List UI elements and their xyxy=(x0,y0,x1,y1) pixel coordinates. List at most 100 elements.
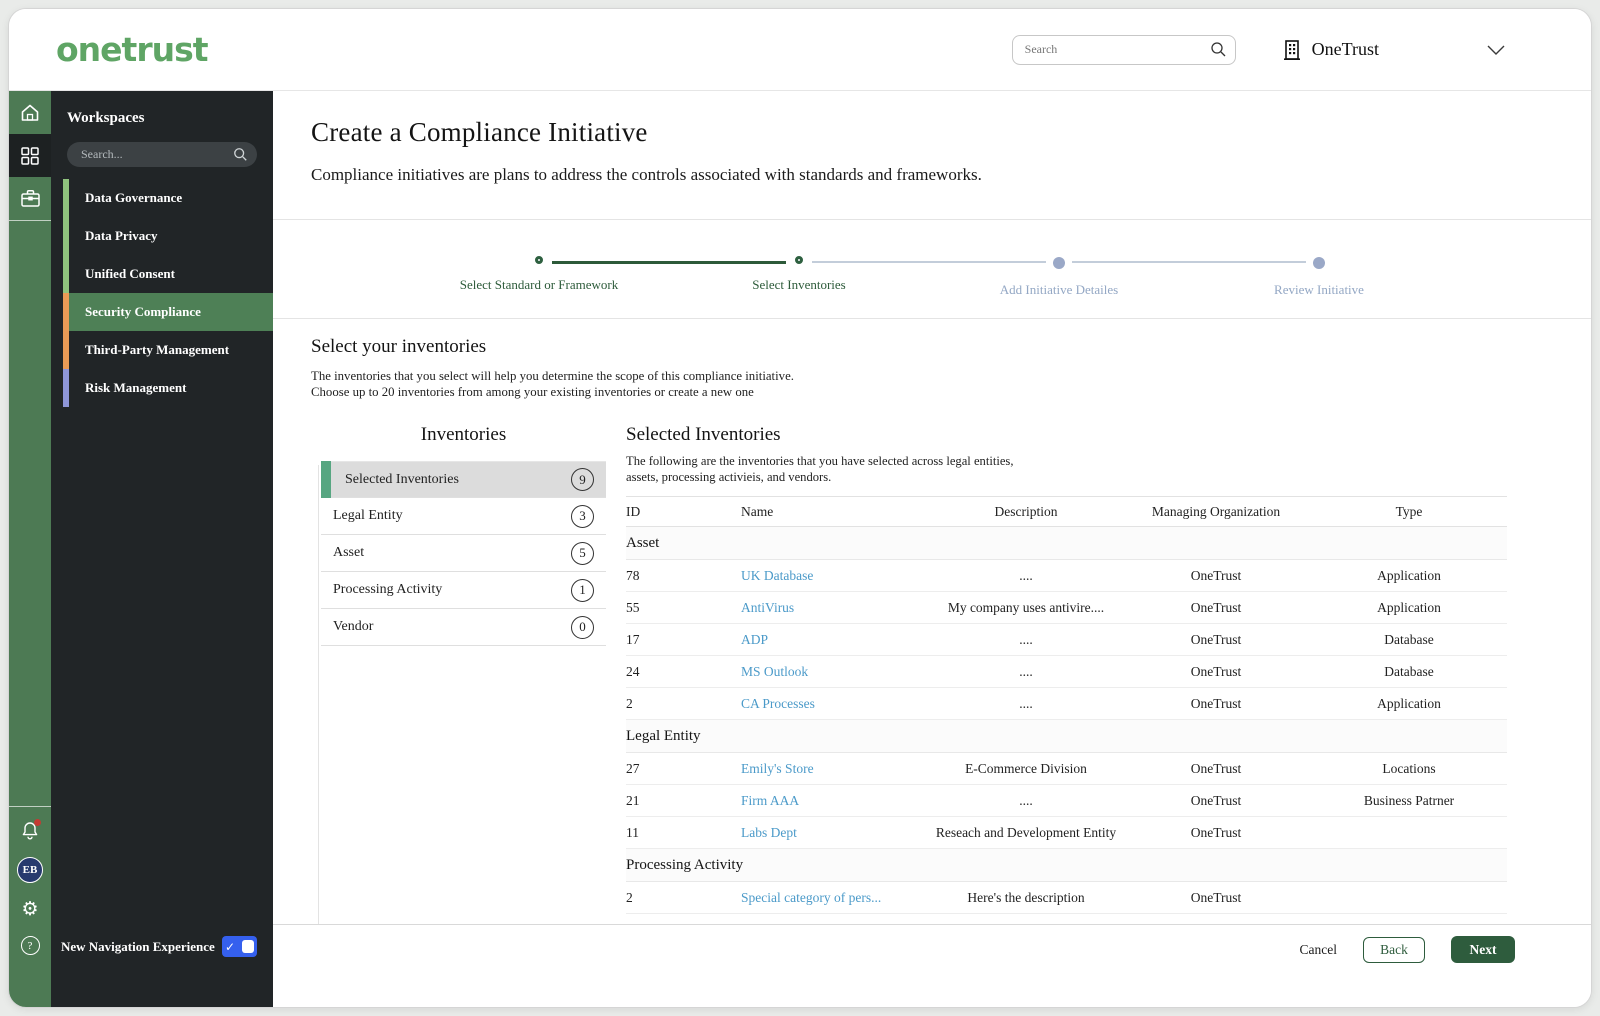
cell-managing-organization: OneTrust xyxy=(1121,559,1311,592)
page-subtitle: Compliance initiatives are plans to addr… xyxy=(311,165,982,184)
inventory-name-link[interactable]: ADP xyxy=(741,632,768,647)
selected-inventories-panel: Selected Inventories The following are t… xyxy=(626,421,1507,924)
inventory-name-link[interactable]: Firm AAA xyxy=(741,793,799,808)
inventory-category-asset[interactable]: Asset 5 xyxy=(321,535,606,572)
column-header-name: Name xyxy=(741,496,931,527)
cell-managing-organization: OneTrust xyxy=(1121,655,1311,688)
inventory-count-badge: 1 xyxy=(571,578,594,602)
cell-name: Firm AAA xyxy=(741,784,931,817)
workspace-item-label: Security Compliance xyxy=(85,304,201,319)
inventory-category-label: Asset xyxy=(333,545,365,560)
wizard-footer: Cancel Back Next xyxy=(273,924,1591,974)
global-search xyxy=(1011,34,1236,65)
cell-type: Database xyxy=(1311,655,1507,688)
app-body: EB ⚙ ? Workspaces Data Governance Data Pr… xyxy=(9,91,1591,1007)
cell-name: Special category of pers... xyxy=(741,881,931,914)
workspace-item-unified-consent[interactable]: Unified Consent xyxy=(63,255,273,293)
cell-description: .... xyxy=(931,784,1121,817)
workspace-item-security-compliance[interactable]: Security Compliance xyxy=(63,293,273,331)
cell-id: 27 xyxy=(626,752,741,785)
org-selector[interactable]: OneTrust xyxy=(1282,39,1379,61)
column-header-managing-organization: Managing Organization xyxy=(1121,496,1311,527)
cancel-button[interactable]: Cancel xyxy=(1300,942,1337,958)
content-columns: Inventories Selected Inventories 9 Legal E… xyxy=(273,421,1591,924)
table-row-antivirus: 55 AntiVirus My company uses antivire.... O… xyxy=(626,591,1507,624)
inventory-name-link[interactable]: AntiVirus xyxy=(741,600,794,615)
cell-id: 2 xyxy=(626,881,741,914)
footer-padding xyxy=(273,974,1591,1007)
column-header-id: ID xyxy=(626,496,741,527)
inventory-name-link[interactable]: Emily's Store xyxy=(741,761,814,776)
inventory-category-list: Selected Inventories 9 Legal Entity 3 Asset 5… xyxy=(321,461,606,646)
back-button[interactable]: Back xyxy=(1363,936,1425,963)
inventory-name-link[interactable]: MS Outlook xyxy=(741,664,808,679)
check-icon: ✓ xyxy=(225,939,236,954)
workspace-item-third-party-management[interactable]: Third-Party Management xyxy=(63,331,273,369)
cell-id: 17 xyxy=(626,623,741,656)
notification-dot xyxy=(34,819,41,826)
building-icon xyxy=(1282,39,1302,61)
inventory-category-label: Processing Activity xyxy=(333,582,443,597)
workspaces-grid-icon[interactable] xyxy=(9,134,51,177)
cell-managing-organization: OneTrust xyxy=(1121,816,1311,849)
workspaces-panel: Workspaces Data Governance Data Privacy Un… xyxy=(51,91,273,1007)
table-row-ms-outlook: 24 MS Outlook.... OneTrust Database xyxy=(626,655,1507,688)
step-select-standard-or-framework[interactable]: Select Standard or Framework xyxy=(409,220,786,318)
global-search-input[interactable] xyxy=(1011,34,1236,65)
inventory-name-link[interactable]: UK Database xyxy=(741,568,813,583)
header-right: OneTrust xyxy=(1011,34,1591,65)
inventory-category-label: Selected Inventories xyxy=(345,471,459,487)
cell-id: 24 xyxy=(626,655,741,688)
inventory-category-processing-activity[interactable]: Processing Activity 1 xyxy=(321,572,606,609)
step-select-inventories[interactable]: Select Inventories xyxy=(669,220,1046,318)
table-row-firm-aaa: 21 Firm AAA.... OneTrust Business Patrner xyxy=(626,784,1507,817)
main-content: Create a Compliance Initiative Complianc… xyxy=(273,91,1591,1007)
selected-desc-line2: assets, processing activieis, and vendor… xyxy=(626,470,832,484)
inventory-name-link[interactable]: Labs Dept xyxy=(741,825,797,840)
inventories-title: Inventories xyxy=(420,424,507,445)
toggle-knob xyxy=(242,940,254,953)
workspace-item-label: Unified Consent xyxy=(85,266,175,281)
cell-managing-organization: OneTrust xyxy=(1121,752,1311,785)
notifications-bell-icon[interactable] xyxy=(21,819,41,840)
workspace-item-data-governance[interactable]: Data Governance xyxy=(63,179,273,217)
help-icon[interactable]: ? xyxy=(20,936,40,955)
inventory-count-badge: 0 xyxy=(571,615,594,639)
table-header-row: ID Name Description Managing Organization Ty… xyxy=(626,496,1507,527)
inventory-name-link[interactable]: CA Processes xyxy=(741,696,815,711)
cell-description: Here's the description xyxy=(931,881,1121,914)
top-header: onetrust OneTrust xyxy=(9,9,1591,91)
group-row-legal-entity: Legal Entity xyxy=(626,719,1507,753)
inventory-category-label: Vendor xyxy=(333,619,374,634)
user-avatar[interactable]: EB xyxy=(17,857,43,883)
workspace-item-risk-management[interactable]: Risk Management xyxy=(63,369,273,407)
settings-gear-icon[interactable]: ⚙ xyxy=(21,900,38,919)
group-label: Processing Activity xyxy=(626,848,1507,882)
step-add-initiative-detailes[interactable]: Add Initiative Detailes xyxy=(929,220,1306,318)
cell-type: Locations xyxy=(1311,752,1507,785)
workspace-item-label: Third-Party Management xyxy=(85,342,230,357)
icon-rail: EB ⚙ ? xyxy=(9,91,51,1007)
inventory-category-vendor[interactable]: Vendor 0 xyxy=(321,609,606,646)
cell-type xyxy=(1311,881,1507,914)
home-icon[interactable] xyxy=(9,91,51,134)
workspace-accent-bar xyxy=(63,293,69,331)
inventory-category-legal-entity[interactable]: Legal Entity 3 xyxy=(321,498,606,535)
new-navigation-toggle[interactable]: ✓ xyxy=(222,936,257,957)
new-navigation-label: New Navigation Experience xyxy=(61,938,215,954)
inventory-category-selected-inventories[interactable]: Selected Inventories 9 xyxy=(321,461,606,498)
inventory-category-label: Legal Entity xyxy=(333,508,403,523)
briefcase-icon[interactable] xyxy=(9,177,51,220)
cell-description: .... xyxy=(931,655,1121,688)
selected-inventories-title: Selected Inventories xyxy=(626,424,781,445)
inventory-name-link[interactable]: Special category of pers... xyxy=(741,890,881,905)
chevron-down-icon[interactable] xyxy=(1487,45,1505,55)
next-button[interactable]: Next xyxy=(1451,936,1515,963)
cell-description: .... xyxy=(931,687,1121,720)
workspace-search-input[interactable] xyxy=(67,142,257,167)
workspace-item-data-privacy[interactable]: Data Privacy xyxy=(63,217,273,255)
step-circle xyxy=(795,256,803,264)
app-logo: onetrust xyxy=(56,30,209,69)
step-review-initiative[interactable]: Review Initiative xyxy=(1189,220,1449,318)
section-heading: Select your inventories xyxy=(311,336,487,357)
